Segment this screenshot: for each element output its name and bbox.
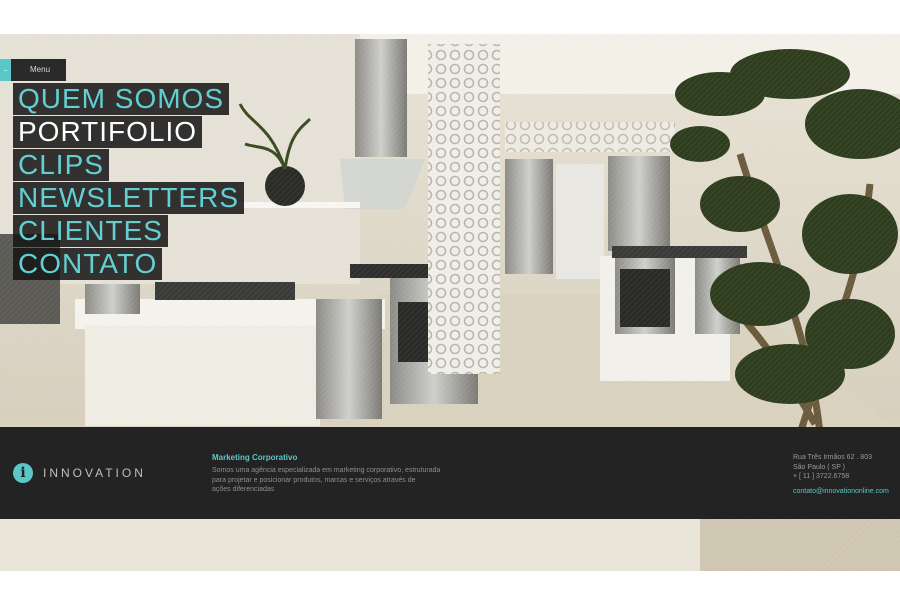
nav-link-clientes[interactable]: CLIENTES: [13, 215, 168, 247]
marketing-description-line: Somos uma agência especializada em marke…: [212, 467, 441, 474]
marketing-description-line: para projetar e posicionar produtos, mar…: [212, 476, 416, 484]
contact-info: Rua Três Irmãos 62 . 803 São Paulo ( SP …: [793, 453, 898, 496]
brand-name: INNOVATION: [43, 466, 146, 480]
contact-email-link[interactable]: contato@innovationonline.com: [793, 487, 898, 497]
footer-bar: i INNOVATION Marketing Corporativo Somos…: [0, 427, 900, 519]
menu-label[interactable]: Menu: [11, 59, 66, 81]
nav-item-contato: CONTATO: [13, 248, 244, 280]
nav-item-portifolio: PORTIFOLIO: [13, 116, 244, 148]
contact-phone: + [ 11 ] 3722.6758: [793, 473, 850, 481]
nav-link-portifolio[interactable]: PORTIFOLIO: [13, 116, 203, 148]
marketing-description: Somos uma agência especializada em marke…: [212, 466, 452, 495]
marketing-description-line: ações diferenciadas: [212, 486, 275, 493]
marketing-title: Marketing Corporativo: [212, 453, 298, 462]
nav-item-newsletters: NEWSLETTERS: [13, 182, 245, 214]
contact-city: São Paulo ( SP ): [793, 463, 846, 471]
nav-item-clientes: CLIENTES: [13, 215, 244, 247]
main-navigation: QUEM SOMOS PORTIFOLIO CLIPS NEWSLETTERS …: [13, 83, 245, 281]
nav-link-contato[interactable]: CONTATO: [13, 248, 163, 280]
nav-link-clips[interactable]: CLIPS: [13, 149, 109, 181]
contact-street: Rua Três Irmãos 62 . 803: [793, 454, 872, 461]
nav-link-quem-somos[interactable]: QUEM SOMOS: [13, 83, 230, 115]
page-frame: - Menu QUEM SOMOS PORTIFOLIO CLIPS NEWSL…: [0, 34, 900, 571]
menu-toggle-icon[interactable]: -: [0, 59, 11, 81]
nav-item-quem-somos: QUEM SOMOS: [13, 83, 244, 115]
innovation-logo[interactable]: i INNOVATION: [13, 463, 146, 483]
nav-item-clips: CLIPS: [13, 149, 244, 181]
nav-link-newsletters[interactable]: NEWSLETTERS: [13, 182, 245, 214]
menu-toggle[interactable]: - Menu: [0, 59, 66, 81]
info-icon: i: [13, 463, 33, 483]
